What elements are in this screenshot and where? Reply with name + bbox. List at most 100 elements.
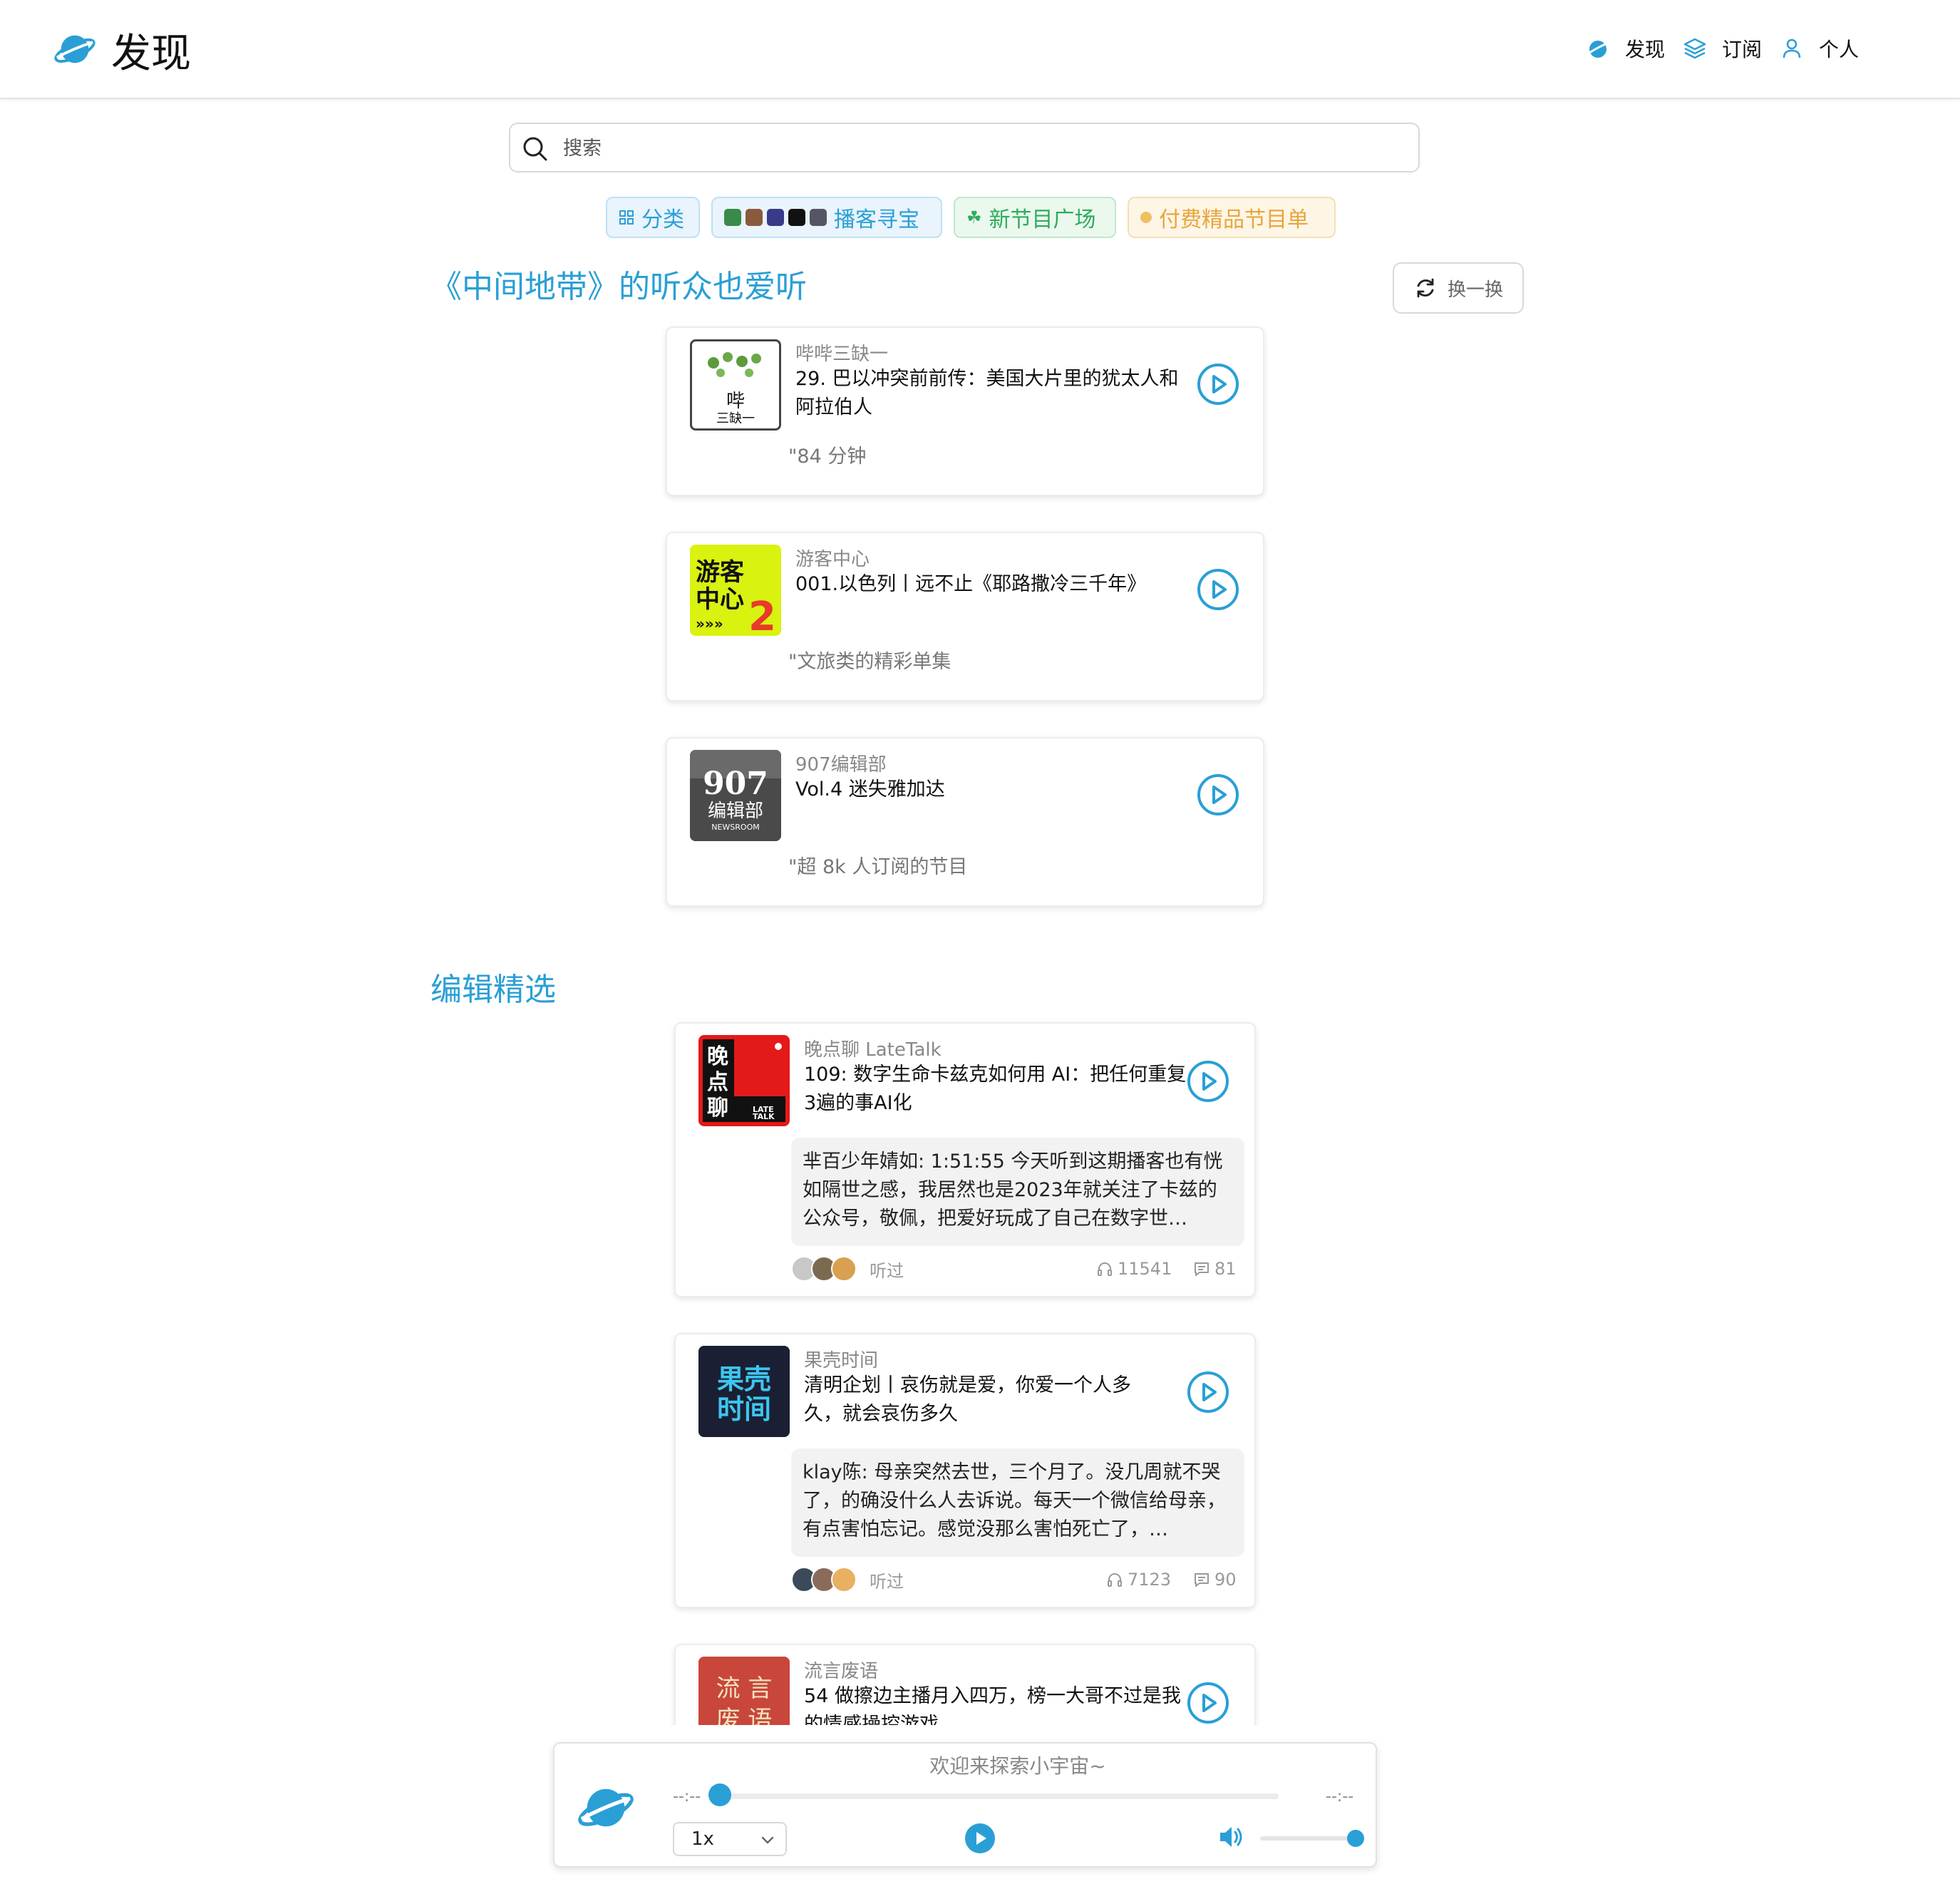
podcast-cover: 果壳 时间: [698, 1346, 790, 1437]
headphones-icon: [1098, 1262, 1112, 1276]
podcast-name: 哔哔三缺一: [795, 344, 889, 365]
refresh-button[interactable]: 换一换: [1393, 262, 1524, 314]
volume-thumb[interactable]: [1347, 1830, 1364, 1847]
comment-count: 90: [1193, 1570, 1237, 1590]
progress-track[interactable]: [711, 1793, 1279, 1799]
listened-label: 听过: [870, 1260, 904, 1281]
featured-comment[interactable]: klay陈: 母亲突然去世，三个月了。没几周就不哭了，的确没什么人去诉说。每天一…: [791, 1448, 1244, 1557]
comment-count-value: 90: [1214, 1570, 1237, 1590]
search-input[interactable]: [562, 133, 1405, 164]
thumb-icon: [810, 209, 827, 226]
cover-art-icon: 流 言 废 语: [698, 1657, 790, 1725]
tag-new-programs[interactable]: ☘ 新节目广场: [954, 197, 1116, 238]
user-icon: [1783, 38, 1801, 58]
search-bar[interactable]: [509, 123, 1420, 173]
play-button-icon[interactable]: [1186, 1059, 1230, 1103]
comment-icon: [1195, 1262, 1209, 1276]
refresh-icon: [1417, 278, 1434, 298]
podcast-thumbnails: [724, 209, 827, 226]
speed-select[interactable]: 1x: [673, 1822, 787, 1856]
play-count: 11541: [1096, 1259, 1172, 1279]
top-header: 发现 发现 订阅 个人: [0, 0, 1960, 99]
avatar: [831, 1567, 857, 1592]
volume-track[interactable]: [1260, 1836, 1356, 1841]
listened-row: 听过: [791, 1256, 904, 1282]
thumb-icon: [724, 209, 741, 226]
nav-profile-label: 个人: [1819, 38, 1860, 61]
thumb-icon: [746, 209, 763, 226]
planet-logo-icon: [54, 35, 96, 63]
comment-icon: [1195, 1573, 1209, 1587]
podcast-cover: 流 言 废 语: [698, 1657, 790, 1725]
player-title: 欢迎来探索小宇宙~: [929, 1754, 1106, 1778]
svg-text:时间: 时间: [717, 1394, 771, 1425]
featured-comment[interactable]: 芈百少年婧如: 1:51:55 今天听到这期播客也有恍如隔世之感，我居然也是20…: [791, 1138, 1244, 1246]
volume-icon[interactable]: [1214, 1821, 1247, 1853]
tag-treasure[interactable]: 播客寻宝: [711, 197, 942, 238]
editor-picks-title: 编辑精选: [430, 972, 556, 1008]
recommend-card[interactable]: 哔 三缺一 哔哔三缺一 29. 巴以冲突前前传：美国大片里的犹太人和阿拉伯人 "…: [666, 326, 1264, 496]
svg-text:NEWSROOM: NEWSROOM: [711, 823, 760, 832]
editor-pick-card[interactable]: 流 言 废 语 流言废语 54 做擦边主播月入四万，榜一大哥不过是我的情感操控游…: [674, 1644, 1256, 1725]
cover-art-icon: 907 编辑部 NEWSROOM: [690, 750, 781, 841]
listened-row: 听过: [791, 1567, 904, 1592]
svg-text:废 语: 废 语: [716, 1706, 773, 1725]
nav-profile[interactable]: 个人: [1779, 33, 1859, 64]
svg-text:TALK: TALK: [753, 1112, 775, 1121]
recommend-card[interactable]: 游客 中心 2 »»» 游客中心 001.以色列丨远不止《耶路撒冷三千年》 "文…: [666, 532, 1264, 701]
tag-paid[interactable]: 付费精品节目单: [1128, 197, 1336, 238]
listened-label: 听过: [870, 1571, 904, 1592]
play-button-icon[interactable]: [1186, 1681, 1230, 1725]
episode-title[interactable]: 109: 数字生命卡兹克如何用 AI：把任何重复3遍的事AI化: [804, 1061, 1189, 1118]
podcast-name: 907编辑部: [795, 754, 887, 776]
svg-text:点: 点: [707, 1070, 728, 1095]
play-button-icon[interactable]: [964, 1822, 996, 1855]
svg-text:流 言: 流 言: [716, 1674, 773, 1703]
podcast-cover: 哔 三缺一: [690, 339, 781, 431]
avatar: [831, 1256, 857, 1282]
episode-title[interactable]: 清明企划丨哀伤就是爱，你爱一个人多久，就会哀伤多久: [804, 1371, 1167, 1428]
svg-text:聊: 聊: [707, 1096, 728, 1121]
podcast-cover: 晚 点 聊 LATE TALK: [698, 1035, 790, 1126]
svg-text:三缺一: 三缺一: [716, 411, 755, 426]
cover-art-icon: 游客 中心 2 »»»: [696, 558, 776, 636]
refresh-label: 换一换: [1447, 279, 1503, 301]
play-count-value: 11541: [1118, 1259, 1172, 1279]
progress-thumb[interactable]: [708, 1783, 731, 1806]
thumb-icon: [767, 209, 784, 226]
nav-discover-label: 发现: [1625, 38, 1666, 61]
recommend-card[interactable]: 907 编辑部 NEWSROOM 907编辑部 Vol.4 迷失雅加达 "超 8…: [666, 737, 1264, 907]
podcast-cover: 907 编辑部 NEWSROOM: [690, 750, 781, 841]
tag-treasure-label: 播客寻宝: [834, 207, 919, 232]
editor-pick-card[interactable]: 果壳 时间 果壳时间 清明企划丨哀伤就是爱，你爱一个人多久，就会哀伤多久 kla…: [674, 1333, 1256, 1608]
nav-subscribe[interactable]: 订阅: [1682, 33, 1762, 64]
tag-category-label: 分类: [641, 207, 684, 232]
play-count: 7123: [1106, 1570, 1171, 1590]
cover-art-icon: 果壳 时间: [698, 1346, 790, 1437]
episode-title[interactable]: Vol.4 迷失雅加达: [795, 776, 1195, 804]
episode-title[interactable]: 001.以色列丨远不止《耶路撒冷三千年》: [795, 570, 1195, 599]
episode-title[interactable]: 54 做擦边主播月入四万，榜一大哥不过是我的情感操控游戏: [804, 1682, 1189, 1725]
editor-pick-card[interactable]: 晚 点 聊 LATE TALK 晚点聊 LateTalk 109: 数字生命卡兹…: [674, 1022, 1256, 1297]
pick-card-clip: 流 言 废 语 流言废语 54 做擦边主播月入四万，榜一大哥不过是我的情感操控游…: [670, 1639, 1262, 1725]
layers-icon: [1683, 38, 1706, 59]
grid-icon: [619, 210, 634, 225]
play-button-icon[interactable]: [1196, 773, 1240, 817]
nav-discover[interactable]: 发现: [1585, 33, 1665, 64]
search-icon: [523, 137, 547, 161]
headphones-icon: [1108, 1573, 1122, 1587]
podcast-name: 游客中心: [795, 549, 870, 570]
play-button-icon[interactable]: [1196, 567, 1240, 612]
svg-text:游客: 游客: [696, 558, 744, 587]
planet-icon: [1587, 41, 1609, 58]
play-button-icon[interactable]: [1186, 1370, 1230, 1414]
listener-avatars: [791, 1567, 857, 1592]
episode-title[interactable]: 29. 巴以冲突前前传：美国大片里的犹太人和阿拉伯人: [795, 365, 1195, 422]
speed-value: 1x: [691, 1828, 714, 1850]
comment-count-value: 81: [1214, 1259, 1237, 1279]
recommend-title: 《中间地带》的听众也爱听: [430, 269, 807, 305]
cover-art-icon: 晚 点 聊 LATE TALK: [703, 1039, 785, 1122]
tag-category[interactable]: 分类: [606, 197, 700, 238]
play-button-icon[interactable]: [1196, 362, 1240, 406]
episode-note: "84 分钟: [788, 446, 867, 468]
